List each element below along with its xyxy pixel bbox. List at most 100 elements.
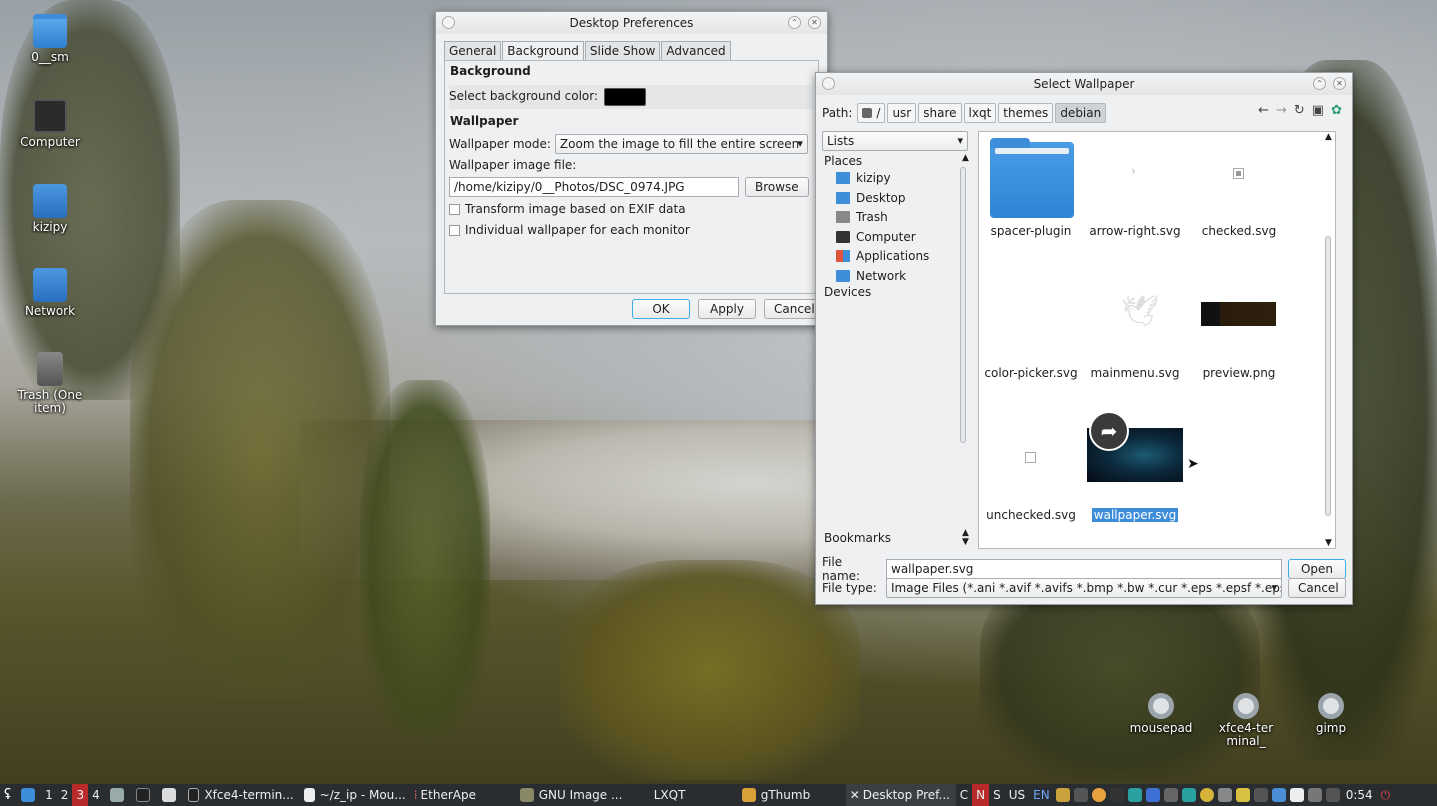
wallpaper-mode-select[interactable]: Zoom the image to fill the entire screen	[554, 134, 808, 154]
filetype-select[interactable]: Image Files (*.ani *.avif *.avifs *.bmp …	[886, 578, 1282, 598]
tab-general[interactable]: General	[444, 41, 502, 60]
tray-app-icon[interactable]	[1181, 788, 1196, 802]
window-menu-icon[interactable]	[442, 16, 455, 29]
desktop-switch-3[interactable]: 3	[72, 784, 89, 806]
close-icon[interactable]: ✕	[808, 16, 821, 29]
task-lxqt[interactable]: LXQT	[644, 784, 736, 806]
places-header[interactable]: Places	[824, 154, 862, 168]
exif-checkbox[interactable]	[449, 204, 460, 215]
bg-color-swatch[interactable]	[604, 87, 647, 106]
tray-app-icon[interactable]	[1271, 788, 1286, 802]
tray-app-icon[interactable]	[1127, 788, 1142, 802]
tray-app-icon[interactable]	[1217, 788, 1232, 802]
launcher-gimp[interactable]: gimp	[1291, 693, 1371, 735]
bookmarks-header[interactable]: Bookmarks	[824, 531, 891, 545]
launcher-mousepad[interactable]: mousepad	[1121, 693, 1201, 735]
launcher-xfce4-terminal[interactable]: xfce4-terminal_	[1206, 693, 1286, 748]
tray-app-icon[interactable]	[1253, 788, 1268, 802]
wallpaper-file-input[interactable]: /home/kizipy/0__Photos/DSC_0974.JPG	[449, 177, 739, 197]
quicklaunch-editor[interactable]	[156, 784, 182, 806]
tab-slide-show[interactable]: Slide Show	[584, 41, 661, 60]
file-item[interactable]: checked.svg	[1189, 134, 1289, 238]
path-crumb-usr[interactable]: usr	[887, 103, 917, 123]
file-item[interactable]: unchecked.svg	[981, 418, 1081, 522]
file-item-selected[interactable]: ➦ wallpaper.svg	[1085, 411, 1185, 523]
back-icon[interactable]: ←	[1258, 103, 1269, 118]
place-kizipy[interactable]: kizipy	[836, 169, 891, 187]
per-monitor-checkbox[interactable]	[449, 225, 460, 236]
desktop-switch-2[interactable]: 2	[57, 784, 73, 806]
reload-icon[interactable]: ↻	[1294, 103, 1305, 118]
devices-header[interactable]: Devices	[824, 285, 871, 299]
task-etherape[interactable]: ⁞ EtherApe	[410, 784, 514, 806]
picker-titlebar[interactable]: Select Wallpaper ⌃ ✕	[816, 73, 1352, 95]
desktop-switch-4[interactable]: 4	[88, 784, 104, 806]
show-desktop-button[interactable]	[15, 784, 41, 806]
prefs-titlebar[interactable]: Desktop Preferences ⌃ ✕	[436, 12, 827, 34]
task-gimp[interactable]: GNU Image ...	[514, 784, 644, 806]
place-trash[interactable]: Trash	[836, 208, 888, 226]
apply-button[interactable]: Apply	[698, 299, 756, 319]
update-icon[interactable]	[1091, 788, 1106, 802]
desktop-icon-0-sm[interactable]: 0__sm	[10, 14, 90, 64]
input-language[interactable]: EN	[1029, 784, 1054, 806]
window-menu-icon[interactable]	[822, 77, 835, 90]
forward-icon[interactable]: →	[1276, 103, 1287, 118]
exif-row[interactable]: Transform image based on EXIF data	[449, 202, 814, 216]
file-item[interactable]: preview.png	[1189, 276, 1289, 380]
file-grid-scrollbar[interactable]: ▲ ▼	[1325, 132, 1333, 548]
tray-app-icon[interactable]	[1073, 788, 1088, 802]
desktop-switch-1[interactable]: 1	[41, 784, 57, 806]
filename-input[interactable]: wallpaper.svg	[886, 559, 1282, 579]
task-xfce4-terminal[interactable]: Xfce4-termin...	[182, 784, 298, 806]
tray-app-icon[interactable]	[1109, 788, 1124, 802]
tray-n[interactable]: N	[972, 784, 990, 806]
desktop-icon-network[interactable]: Network	[10, 268, 90, 318]
tray-app-icon[interactable]	[1199, 788, 1214, 802]
quicklaunch-files[interactable]	[104, 784, 130, 806]
open-button[interactable]: Open	[1288, 559, 1346, 579]
clock[interactable]: 0:54	[1342, 784, 1377, 806]
place-desktop[interactable]: Desktop	[836, 189, 906, 207]
keyboard-layout[interactable]: US	[1005, 784, 1029, 806]
path-crumb-root[interactable]: /	[857, 103, 886, 123]
bookmarks-expand-icon[interactable]: ▲ ▼	[962, 529, 969, 547]
side-pane-mode-select[interactable]: Lists	[822, 131, 968, 151]
clipboard-icon[interactable]	[1055, 788, 1070, 802]
start-menu-button[interactable]: ʢ	[0, 784, 15, 806]
per-monitor-row[interactable]: Individual wallpaper for each monitor	[449, 223, 814, 237]
places-scrollbar[interactable]	[960, 167, 966, 443]
path-crumb-themes[interactable]: themes	[998, 103, 1054, 123]
tray-s[interactable]: S	[989, 784, 1005, 806]
maximize-icon[interactable]: ⌃	[788, 16, 801, 29]
tab-background[interactable]: Background	[502, 41, 584, 61]
power-icon[interactable]: ⏻	[1377, 784, 1395, 806]
path-crumb-lxqt[interactable]: lxqt	[963, 103, 997, 123]
hp-icon[interactable]	[1145, 788, 1160, 802]
file-item[interactable]: color-picker.svg	[981, 276, 1081, 380]
close-icon[interactable]: ✕	[1333, 77, 1346, 90]
place-computer[interactable]: Computer	[836, 228, 916, 246]
file-item[interactable]: 🕊 mainmenu.svg	[1085, 276, 1185, 380]
task-mousepad[interactable]: ~/z_ip - Mou...	[298, 784, 410, 806]
maximize-icon[interactable]: ⌃	[1313, 77, 1326, 90]
lock-icon[interactable]	[1235, 788, 1250, 802]
cancel-button[interactable]: Cancel	[764, 299, 822, 319]
volume-icon[interactable]	[1163, 788, 1178, 802]
tab-advanced[interactable]: Advanced	[661, 41, 731, 60]
tray-c[interactable]: C	[956, 784, 972, 806]
place-applications[interactable]: Applications	[836, 247, 929, 265]
ok-button[interactable]: OK	[632, 299, 690, 319]
picker-cancel-button[interactable]: Cancel	[1288, 578, 1346, 598]
desktop-icon-trash[interactable]: Trash (One item)	[10, 352, 90, 415]
path-crumb-debian[interactable]: debian	[1055, 103, 1107, 123]
places-collapse-icon[interactable]: ▲	[962, 153, 969, 163]
notes-icon[interactable]	[1289, 788, 1304, 802]
task-desktop-preferences[interactable]: ✕ Desktop Pref...	[845, 784, 956, 806]
path-crumb-share[interactable]: share	[918, 103, 962, 123]
file-item[interactable]: spacer-plugin	[981, 134, 1081, 238]
browse-button[interactable]: Browse	[745, 177, 809, 197]
desktop-icon-kizipy[interactable]: kizipy	[10, 184, 90, 234]
mute-icon[interactable]	[1325, 788, 1340, 802]
desktop-icon-computer[interactable]: Computer	[10, 99, 90, 149]
